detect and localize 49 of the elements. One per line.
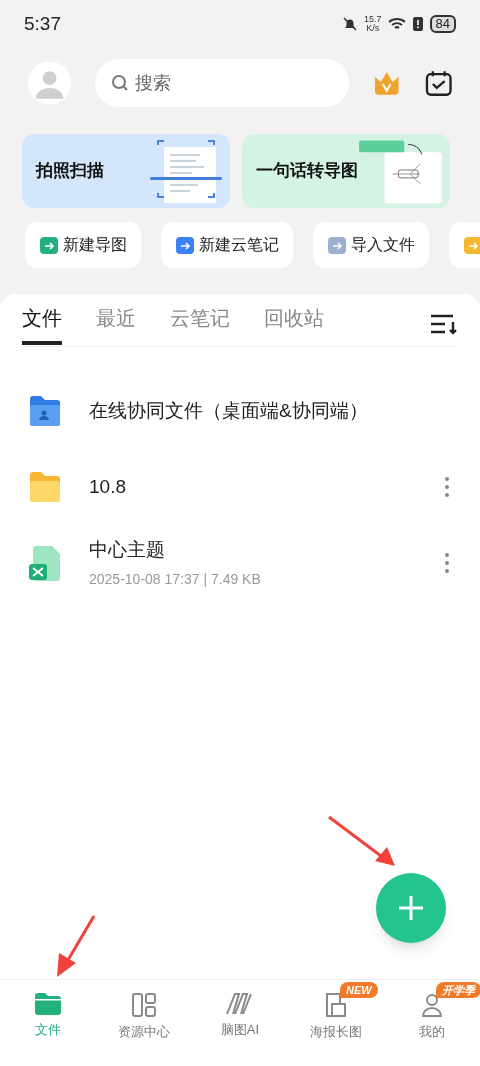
quick-action-button[interactable]: 新建导图 <box>25 222 141 268</box>
wifi-icon <box>387 16 406 32</box>
nav-item[interactable]: 脑图AI <box>192 980 288 1066</box>
file-meta: 2025-10-08 17:37 | 7.49 KB <box>89 569 262 589</box>
network-speed: 15.7 <box>364 15 382 24</box>
more-options-icon[interactable] <box>444 552 450 574</box>
tab[interactable]: 最近 <box>96 303 136 345</box>
status-time: 5:37 <box>24 11 61 36</box>
sort-icon[interactable] <box>430 313 458 335</box>
nav-badge: NEW <box>340 982 378 998</box>
search-input[interactable]: 搜索 <box>135 69 316 97</box>
nav-item[interactable]: NEW 海报长图 <box>288 980 384 1066</box>
search-field[interactable]: 搜索 <box>95 59 350 107</box>
quick-action-button[interactable]: 导入文件 <box>313 222 429 268</box>
annotation-arrow <box>327 815 397 867</box>
nav-item[interactable]: 资源中心 <box>96 980 192 1066</box>
poster-icon <box>324 992 348 1018</box>
file-name: 在线协同文件（桌面端&协同端） <box>89 398 369 423</box>
nav-badge: 开学季 <box>436 982 480 998</box>
search-icon <box>111 74 130 92</box>
nav-item[interactable]: 开学季 我的 <box>384 980 480 1066</box>
card-title: 一句话转导图 <box>256 160 359 182</box>
file-row[interactable]: 在线协同文件（桌面端&协同端） <box>0 373 480 449</box>
file-name: 中心主题 <box>89 538 166 563</box>
feature-card[interactable]: 拍照扫描 <box>22 134 230 208</box>
file-row[interactable]: 中心主题 2025-10-08 17:37 | 7.49 KB <box>0 525 480 601</box>
quick-action-button[interactable]: 新建云笔记 <box>161 222 293 268</box>
feature-card[interactable]: 一句话转导图 <box>242 134 450 208</box>
more-options-icon[interactable] <box>444 476 450 498</box>
calendar-check-icon[interactable] <box>424 69 452 97</box>
sim-alert-icon <box>411 16 424 32</box>
tab[interactable]: 云笔记 <box>170 303 230 345</box>
document-scan-drawing <box>150 139 222 203</box>
network-unit: K/s <box>366 24 380 33</box>
battery-indicator: 84 <box>429 15 456 33</box>
card-title: 拍照扫描 <box>36 160 105 182</box>
grid-icon <box>131 992 157 1018</box>
user-icon <box>420 992 444 1018</box>
add-button[interactable] <box>376 873 446 943</box>
muted-bell-icon <box>342 16 358 32</box>
annotation-arrow <box>54 914 96 978</box>
tab[interactable]: 回收站 <box>264 303 324 345</box>
plus-icon <box>398 895 424 921</box>
shared-folder-icon <box>28 395 62 427</box>
file-name: 10.8 <box>89 474 127 499</box>
import-icon <box>327 235 347 255</box>
mindmap-file-icon <box>28 544 62 582</box>
file-row[interactable]: 10.8 <box>0 449 480 525</box>
ai-logo-icon <box>225 992 255 1016</box>
